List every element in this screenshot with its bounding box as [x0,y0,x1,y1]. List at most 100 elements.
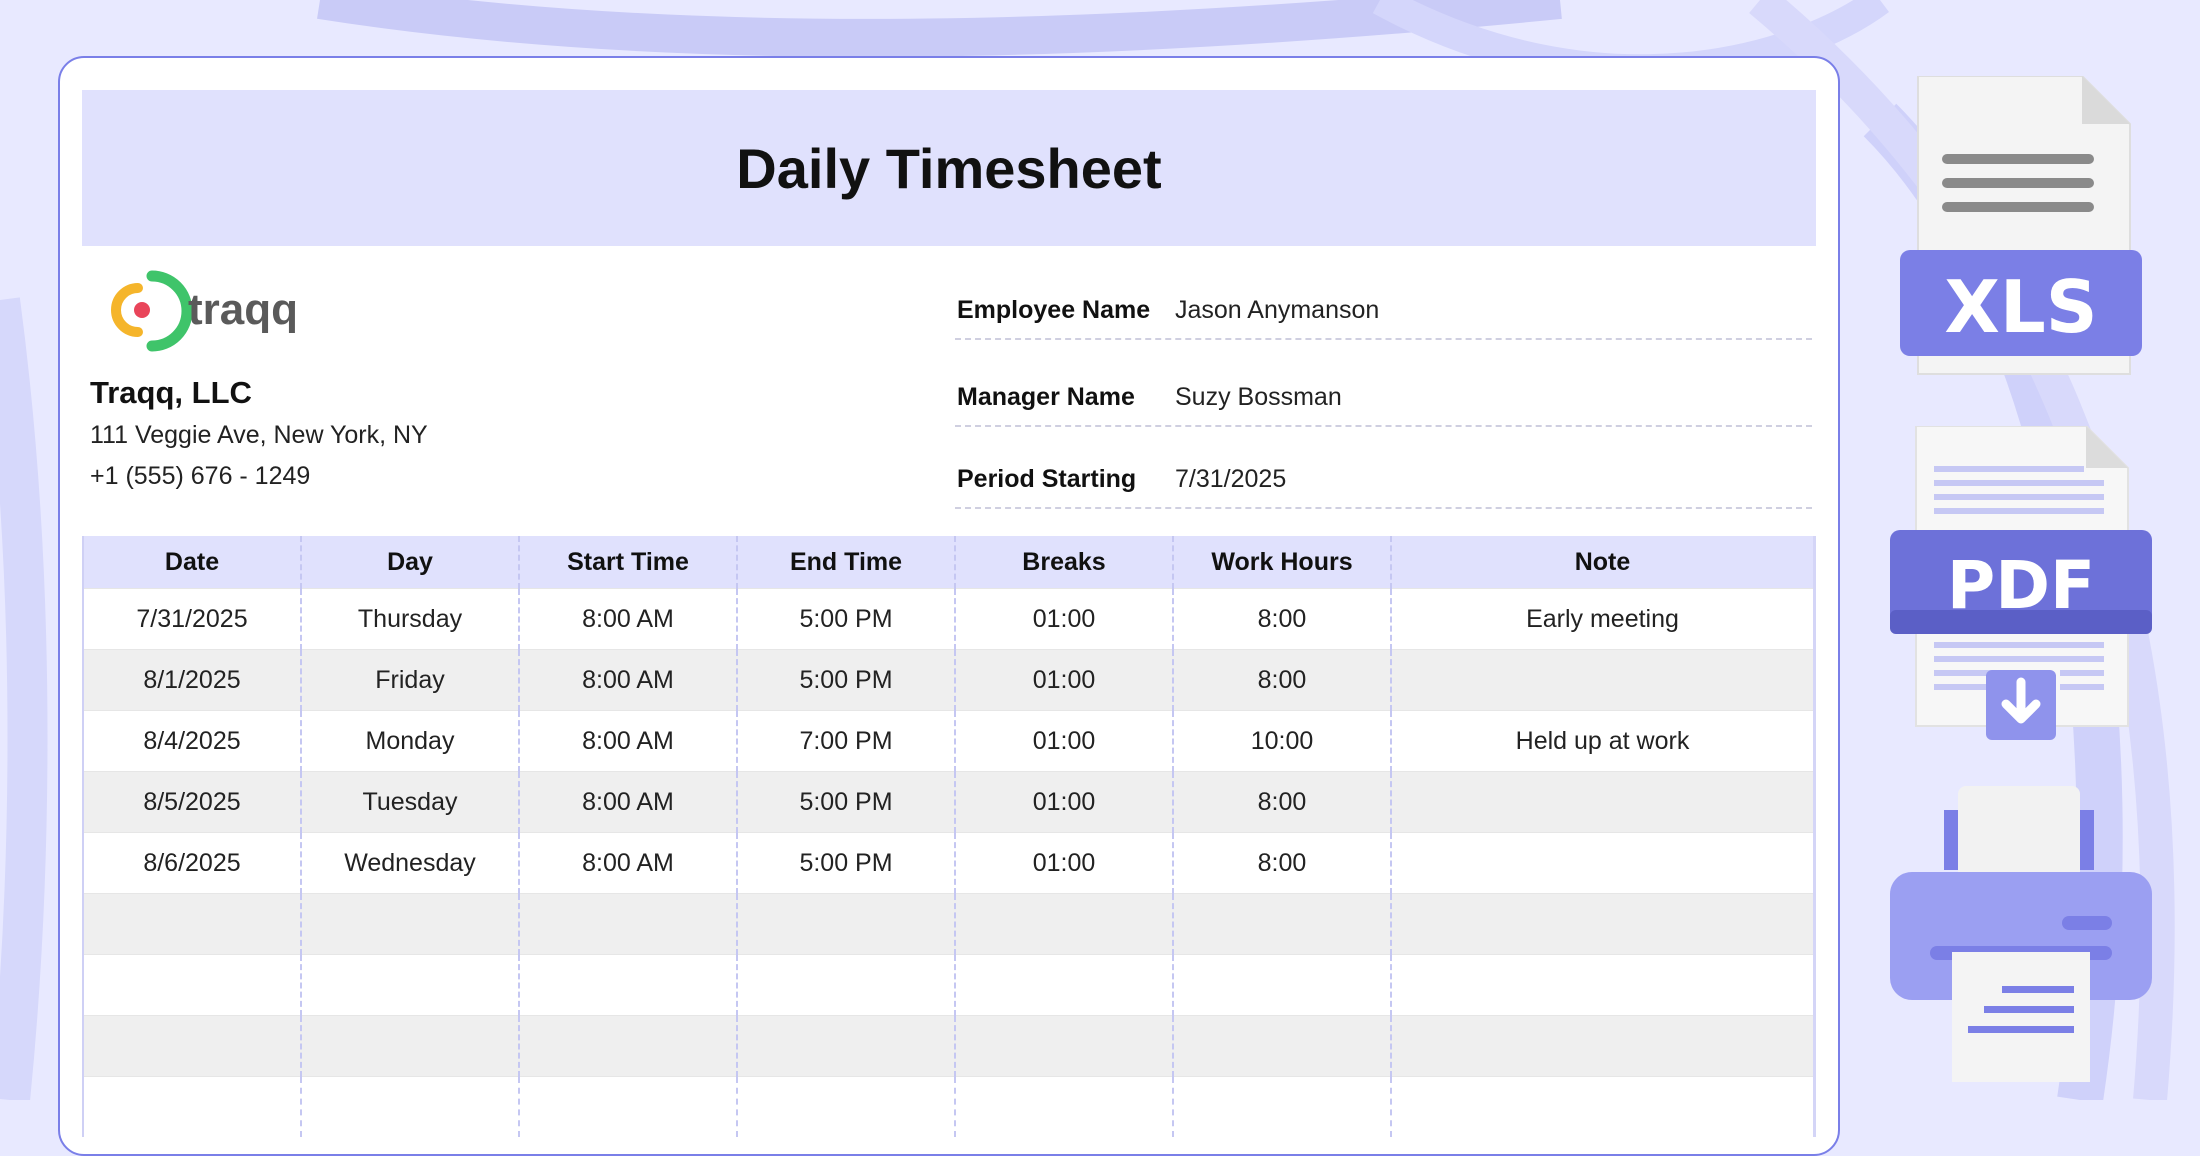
cell-work-hours[interactable]: 10:00 [1172,710,1391,772]
cell-date[interactable] [82,893,301,955]
cell-breaks[interactable]: 01:00 [954,710,1173,772]
cell-work-hours[interactable] [1172,893,1391,955]
cell-start-time[interactable]: 8:00 AM [518,771,737,833]
printer-icon[interactable] [1890,786,2152,1086]
table-header-row: Date Day Start Time End Time Breaks Work… [82,536,1816,589]
cell-note[interactable] [1390,1015,1816,1077]
cell-breaks[interactable]: 01:00 [954,588,1173,650]
column-header-day: Day [300,536,519,589]
period-starting-field[interactable]: Period Starting 7/31/2025 [955,451,1812,509]
column-header-work-hours: Work Hours [1172,536,1391,589]
pdf-download-icon[interactable]: PDF [1890,426,2152,746]
cell-day[interactable]: Monday [300,710,519,772]
cell-end-time[interactable] [736,893,955,955]
cell-breaks[interactable] [954,1076,1173,1137]
title-band: Daily Timesheet [82,90,1816,246]
cell-start-time[interactable]: 8:00 AM [518,832,737,894]
manager-name-value[interactable]: Suzy Bossman [1175,383,1342,412]
cell-start-time[interactable]: 8:00 AM [518,710,737,772]
table-row [82,893,1816,955]
cell-work-hours[interactable] [1172,954,1391,1016]
column-header-date: Date [82,536,301,589]
timesheet-table: Date Day Start Time End Time Breaks Work… [82,536,1816,1137]
cell-work-hours[interactable]: 8:00 [1172,649,1391,711]
cell-end-time[interactable] [736,954,955,1016]
xls-label: XLS [1944,265,2097,349]
cell-note[interactable] [1390,832,1816,894]
cell-note[interactable] [1390,954,1816,1016]
employee-name-field[interactable]: Employee Name Jason Anymanson [955,282,1812,340]
cell-note[interactable] [1390,893,1816,955]
cell-day[interactable]: Friday [300,649,519,711]
company-name: Traqq, LLC [90,375,252,410]
cell-breaks[interactable] [954,954,1173,1016]
traqq-logo: traqq [111,270,298,352]
cell-start-time[interactable]: 8:00 AM [518,649,737,711]
table-row: 8/4/2025 Monday 8:00 AM 7:00 PM 01:00 10… [82,710,1816,772]
column-header-note: Note [1390,536,1816,589]
cell-breaks[interactable] [954,893,1173,955]
cell-day[interactable] [300,893,519,955]
cell-date[interactable]: 7/31/2025 [82,588,301,650]
cell-day[interactable]: Thursday [300,588,519,650]
column-header-breaks: Breaks [954,536,1173,589]
cell-start-time[interactable] [518,954,737,1016]
cell-date[interactable]: 8/5/2025 [82,771,301,833]
table-row [82,954,1816,1016]
cell-end-time[interactable]: 5:00 PM [736,588,955,650]
cell-end-time[interactable] [736,1076,955,1137]
cell-day[interactable] [300,954,519,1016]
cell-end-time[interactable]: 5:00 PM [736,771,955,833]
manager-name-field[interactable]: Manager Name Suzy Bossman [955,369,1812,427]
table-row: 8/6/2025 Wednesday 8:00 AM 5:00 PM 01:00… [82,832,1816,894]
cell-note[interactable]: Early meeting [1390,588,1816,650]
cell-date[interactable] [82,954,301,1016]
cell-day[interactable] [300,1076,519,1137]
cell-end-time[interactable]: 5:00 PM [736,832,955,894]
cell-note[interactable] [1390,1076,1816,1137]
logo-text: traqq [188,285,298,334]
table-row [82,1015,1816,1077]
cell-date[interactable]: 8/6/2025 [82,832,301,894]
cell-date[interactable] [82,1076,301,1137]
table-row: 8/5/2025 Tuesday 8:00 AM 5:00 PM 01:00 8… [82,771,1816,833]
cell-work-hours[interactable]: 8:00 [1172,771,1391,833]
cell-note[interactable] [1390,649,1816,711]
cell-breaks[interactable]: 01:00 [954,771,1173,833]
cell-breaks[interactable] [954,1015,1173,1077]
cell-breaks[interactable]: 01:00 [954,832,1173,894]
column-header-end-time: End Time [736,536,955,589]
cell-work-hours[interactable]: 8:00 [1172,832,1391,894]
cell-start-time[interactable] [518,1076,737,1137]
cell-end-time[interactable]: 5:00 PM [736,649,955,711]
cell-start-time[interactable] [518,1015,737,1077]
cell-note[interactable] [1390,771,1816,833]
xls-file-icon[interactable]: XLS [1896,76,2146,378]
cell-note[interactable]: Held up at work [1390,710,1816,772]
cell-work-hours[interactable] [1172,1015,1391,1077]
timesheet-sheet: Daily Timesheet traqq Traqq, LLC 111 Veg… [58,56,1840,1156]
cell-day[interactable]: Tuesday [300,771,519,833]
table-row [82,1076,1816,1137]
cell-work-hours[interactable] [1172,1076,1391,1137]
employee-name-label: Employee Name [957,295,1151,324]
page-title: Daily Timesheet [736,136,1162,200]
cell-date[interactable] [82,1015,301,1077]
cell-end-time[interactable]: 7:00 PM [736,710,955,772]
cell-date[interactable]: 8/4/2025 [82,710,301,772]
period-starting-value[interactable]: 7/31/2025 [1175,465,1286,494]
cell-work-hours[interactable]: 8:00 [1172,588,1391,650]
cell-day[interactable] [300,1015,519,1077]
pdf-label: PDF [1947,547,2095,624]
company-phone: +1 (555) 676 - 1249 [90,462,311,490]
cell-breaks[interactable]: 01:00 [954,649,1173,711]
cell-start-time[interactable] [518,893,737,955]
cell-date[interactable]: 8/1/2025 [82,649,301,711]
table-row: 7/31/2025 Thursday 8:00 AM 5:00 PM 01:00… [82,588,1816,650]
cell-day[interactable]: Wednesday [300,832,519,894]
period-starting-label: Period Starting [957,464,1137,493]
employee-name-value[interactable]: Jason Anymanson [1175,296,1379,325]
cell-start-time[interactable]: 8:00 AM [518,588,737,650]
cell-end-time[interactable] [736,1015,955,1077]
table-row: 8/1/2025 Friday 8:00 AM 5:00 PM 01:00 8:… [82,649,1816,711]
